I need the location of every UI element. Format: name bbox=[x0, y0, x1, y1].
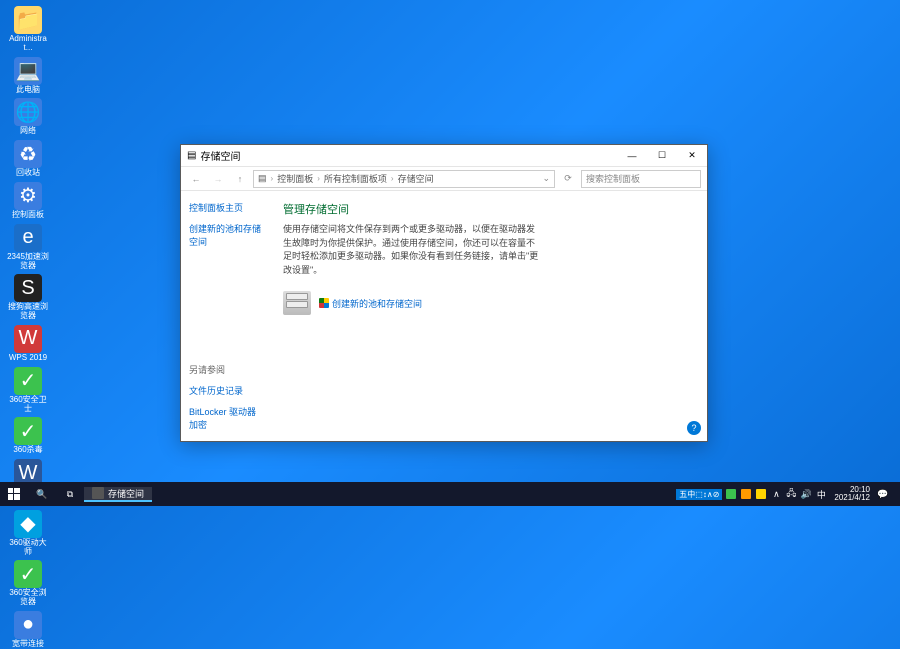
up-button[interactable]: ↑ bbox=[231, 170, 249, 188]
desktop-icon[interactable]: ♻回收站 bbox=[6, 140, 50, 178]
desktop-icon-glyph: ✓ bbox=[14, 367, 42, 395]
desktop-icon[interactable]: ⚙控制面板 bbox=[6, 182, 50, 220]
minimize-button[interactable]: — bbox=[617, 145, 647, 166]
desktop-icon[interactable]: 🌐网络 bbox=[6, 98, 50, 136]
action-center-icon[interactable]: 💬 bbox=[877, 488, 889, 500]
desktop-icon-label: 360杀毒 bbox=[13, 446, 42, 455]
taskbar-app-label: 存储空间 bbox=[108, 487, 144, 500]
desktop-icon[interactable]: S搜狗高速浏览器 bbox=[6, 274, 50, 321]
refresh-button[interactable]: ⟳ bbox=[559, 170, 577, 188]
desktop-icon-label: 回收站 bbox=[16, 169, 40, 178]
desktop: 📁Administrat...💻此电脑🌐网络♻回收站⚙控制面板e2345加速浏览… bbox=[6, 6, 50, 649]
desktop-icon[interactable]: ◆360驱动大师 bbox=[6, 510, 50, 557]
desktop-icon-label: WPS 2019 bbox=[9, 354, 47, 363]
system-tray: 五 中 ⬚ ↕ ∧ ⊘ ∧ 🖧 🔊 中 20:10 2021/4/12 💬 bbox=[672, 482, 900, 506]
create-storage-pool-link[interactable]: 创建新的池和存储空间 bbox=[319, 297, 422, 310]
desktop-icon-glyph: ♻ bbox=[14, 140, 42, 168]
desktop-icon-glyph: ◆ bbox=[14, 510, 42, 538]
desktop-icon[interactable]: WWPS 2019 bbox=[6, 325, 50, 363]
create-storage-pool-label: 创建新的池和存储空间 bbox=[332, 297, 422, 310]
desktop-icon-label: Administrat... bbox=[6, 35, 50, 53]
sidebar-home-link[interactable]: 控制面板主页 bbox=[189, 201, 263, 214]
taskbar-app-storage[interactable]: 存储空间 bbox=[84, 487, 152, 502]
search-button[interactable]: 🔍 bbox=[28, 489, 56, 500]
sidebar: 控制面板主页 创建新的池和存储空间 另请参阅 文件历史记录 BitLocker … bbox=[181, 191, 271, 441]
help-button[interactable]: ? bbox=[687, 421, 701, 435]
desktop-icon[interactable]: ✓360安全浏览器 bbox=[6, 560, 50, 607]
desktop-icon-glyph: ✓ bbox=[14, 417, 42, 445]
desktop-icon-label: 宽带连接 bbox=[12, 640, 44, 649]
desktop-icon-glyph: ✓ bbox=[14, 560, 42, 588]
desktop-icon-label: 360驱动大师 bbox=[6, 539, 50, 557]
desktop-icon-label: 360安全浏览器 bbox=[6, 589, 50, 607]
control-panel-window: ▤ 存储空间 — ☐ ✕ ← → ↑ ▤ › 控制面板 › 所有控制面板项 › … bbox=[180, 144, 708, 442]
desktop-icon[interactable]: 💻此电脑 bbox=[6, 57, 50, 95]
seealso-file-history[interactable]: 文件历史记录 bbox=[189, 384, 263, 397]
window-title: 存储空间 bbox=[200, 148, 240, 163]
seealso-bitlocker[interactable]: BitLocker 驱动器加密 bbox=[189, 405, 263, 431]
ime-indicator[interactable]: 中 bbox=[815, 488, 827, 500]
search-input[interactable]: 搜索控制面板 bbox=[581, 170, 701, 188]
desktop-icon-glyph: 💻 bbox=[14, 57, 42, 85]
back-button[interactable]: ← bbox=[187, 170, 205, 188]
volume-icon[interactable]: 🔊 bbox=[800, 488, 812, 500]
desktop-icon-label: 2345加速浏览器 bbox=[6, 253, 50, 271]
desktop-icon[interactable]: e2345加速浏览器 bbox=[6, 224, 50, 271]
desktop-icon[interactable]: ✓360杀毒 bbox=[6, 417, 50, 455]
breadcrumb[interactable]: ▤ › 控制面板 › 所有控制面板项 › 存储空间 ⌄ bbox=[253, 170, 555, 188]
maximize-button[interactable]: ☐ bbox=[647, 145, 677, 166]
tray-overflow-icon[interactable]: ∧ bbox=[770, 488, 782, 500]
breadcrumb-dropdown[interactable]: ⌄ bbox=[542, 173, 550, 184]
desktop-icon-glyph: ⚙ bbox=[14, 182, 42, 210]
main-description: 使用存储空间将文件保存到两个或更多驱动器，以便在驱动器发生故障时为你提供保护。通… bbox=[283, 223, 543, 277]
desktop-icon[interactable]: ✓360安全卫士 bbox=[6, 367, 50, 414]
breadcrumb-root-icon: ▤ bbox=[258, 173, 267, 184]
sidebar-create-pool-link[interactable]: 创建新的池和存储空间 bbox=[189, 222, 263, 248]
desktop-icon-glyph: 📁 bbox=[14, 6, 42, 34]
desktop-icon-glyph: e bbox=[14, 224, 42, 252]
taskbar: 🔍 ⧉ 存储空间 五 中 ⬚ ↕ ∧ ⊘ ∧ 🖧 🔊 中 20:10 2021/… bbox=[0, 482, 900, 506]
desktop-icon-label: 控制面板 bbox=[12, 211, 44, 220]
search-placeholder: 搜索控制面板 bbox=[586, 172, 640, 185]
nav-toolbar: ← → ↑ ▤ › 控制面板 › 所有控制面板项 › 存储空间 ⌄ ⟳ 搜索控制… bbox=[181, 167, 707, 191]
desktop-icon-glyph: ● bbox=[14, 611, 42, 639]
desktop-icon[interactable]: ●宽带连接 bbox=[6, 611, 50, 649]
close-button[interactable]: ✕ bbox=[677, 145, 707, 166]
desktop-icon-label: 网络 bbox=[20, 127, 36, 136]
clock-date: 2021/4/12 bbox=[834, 494, 870, 502]
desktop-icon-glyph: W bbox=[14, 325, 42, 353]
ime-panel[interactable]: 五 中 ⬚ ↕ ∧ ⊘ bbox=[676, 489, 722, 500]
desktop-icon-glyph: 🌐 bbox=[14, 98, 42, 126]
tray-icon[interactable] bbox=[725, 488, 737, 500]
desktop-icon-label: 360安全卫士 bbox=[6, 396, 50, 414]
uac-shield-icon bbox=[319, 298, 329, 308]
main-pane: 管理存储空间 使用存储空间将文件保存到两个或更多驱动器，以便在驱动器发生故障时为… bbox=[271, 191, 707, 441]
breadcrumb-item[interactable]: 所有控制面板项 bbox=[324, 172, 387, 185]
tray-icon[interactable] bbox=[740, 488, 752, 500]
start-button[interactable] bbox=[0, 488, 28, 500]
seealso-heading: 另请参阅 bbox=[189, 363, 263, 376]
forward-button[interactable]: → bbox=[209, 170, 227, 188]
desktop-icon-label: 此电脑 bbox=[16, 86, 40, 95]
task-view-button[interactable]: ⧉ bbox=[56, 489, 84, 500]
clock[interactable]: 20:10 2021/4/12 bbox=[830, 486, 874, 502]
tray-icon[interactable] bbox=[755, 488, 767, 500]
network-icon[interactable]: 🖧 bbox=[785, 488, 797, 500]
taskbar-app-icon bbox=[92, 487, 104, 499]
breadcrumb-item[interactable]: 控制面板 bbox=[277, 172, 313, 185]
titlebar: ▤ 存储空间 — ☐ ✕ bbox=[181, 145, 707, 167]
breadcrumb-item[interactable]: 存储空间 bbox=[398, 172, 434, 185]
desktop-icon[interactable]: 📁Administrat... bbox=[6, 6, 50, 53]
storage-disks-icon bbox=[283, 291, 311, 315]
desktop-icon-glyph: S bbox=[14, 274, 42, 302]
desktop-icon-label: 搜狗高速浏览器 bbox=[6, 303, 50, 321]
main-heading: 管理存储空间 bbox=[283, 201, 695, 217]
window-icon: ▤ bbox=[187, 150, 196, 161]
